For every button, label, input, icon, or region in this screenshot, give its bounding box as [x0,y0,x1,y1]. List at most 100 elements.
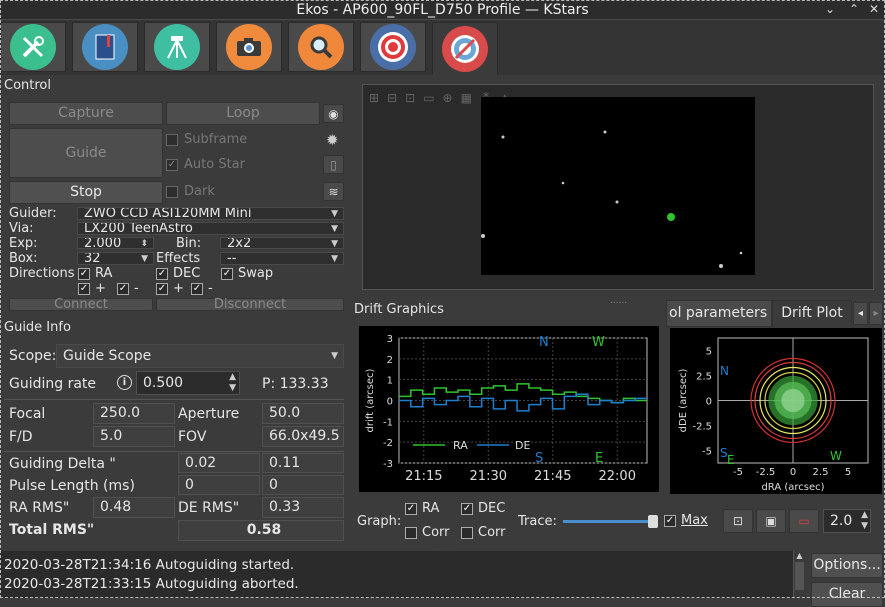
graph-dec-checkbox[interactable]: ✓ [461,503,473,515]
x-tick-label: 5 [845,467,851,478]
drift-graph[interactable]: 3 2 1 0 -1 -2 -3 21:15 21:30 21:45 22:00 drift (arc… [359,326,659,492]
trace-slider[interactable] [563,520,655,523]
trace-slider-handle[interactable] [648,515,658,528]
total-rms-value: 0.58 [178,520,344,541]
max-checkbox[interactable]: ✓ [664,515,676,527]
tab-drift-plot[interactable]: Drift Plot [772,300,852,327]
tab-focus[interactable] [360,22,426,72]
effects-select[interactable]: -- ▼ [220,252,344,265]
maximize-button[interactable]: ⌃ [847,2,861,16]
y-tick-label: -2.5 [692,422,712,433]
dec-checkbox[interactable]: ✓ [156,268,168,280]
x-tick-label: 2.5 [813,467,829,478]
options-button[interactable]: Options... [811,553,883,578]
tab-setup[interactable] [0,22,66,72]
y-tick-label: 3 [387,334,393,345]
graph-ra-checkbox[interactable]: ✓ [405,503,417,515]
tab-scroll-left-icon[interactable]: ◂ [853,302,868,325]
zoom-fit-icon[interactable]: ▭ [423,91,434,105]
de-rms-value: 0.33 [262,497,344,518]
y-tick-label: 0 [706,397,712,408]
save-icon[interactable]: ▣ [756,509,786,533]
y-tick-label: 2.5 [696,372,712,383]
close-button[interactable]: ✕ [867,2,881,16]
tab-scroll-right-icon[interactable]: ▸ [869,302,883,325]
camera-icon [226,24,272,70]
zoom-out-icon[interactable]: ⊟ [387,91,397,105]
clear-graph-icon[interactable]: ▭ [789,509,819,533]
auto-star-checkbox[interactable]: ✓ [166,159,178,171]
disconnect-button[interactable]: Disconnect [156,298,344,311]
ra-rms-label: RA RMS" [9,500,70,516]
box-label: Box: [9,251,38,266]
bin-select[interactable]: 2x2 ▼ [220,237,344,249]
ra-label: RA [95,266,113,281]
dark-library-icon[interactable]: ≋ [323,182,344,201]
guide-frame[interactable]: ⊞⊟⊡▭⊕▦⁂▲ [362,84,874,290]
y-tick-label: 2 [387,355,393,366]
tab-guide[interactable] [432,22,498,75]
via-label: Via: [9,221,34,236]
dark-checkbox[interactable] [166,186,178,198]
trash-icon[interactable]: ▯ [323,155,344,174]
fd-label: F/D [9,429,33,445]
loop-button[interactable]: Loop [166,102,320,125]
guiding-rate-spinbox[interactable]: 0.500 ▲ ▼ [136,371,240,395]
grid-icon[interactable]: ▦ [461,91,472,105]
tab-control-parameters[interactable]: ol parameters [666,300,772,327]
via-select[interactable]: LX200 TeenAstro ▼ [77,222,344,235]
x-tick-label: -2.5 [756,467,776,478]
tab-scheduler[interactable] [72,22,138,72]
north-label: N [539,335,549,350]
tab-capture[interactable] [216,22,282,72]
zoom-spinbox[interactable]: 2.0 ▲ ▼ [823,509,871,533]
ra-plus-checkbox[interactable]: ✓ [78,283,90,295]
guiding-rate-label: Guiding rate [9,376,97,392]
zoom-fit-button-icon[interactable]: ⊡ [723,509,753,533]
y-tick-label: 0 [387,397,393,408]
box-select[interactable]: 32 ▼ [77,252,154,265]
delta-de-value: 0.11 [262,453,344,473]
dec-plus-checkbox[interactable]: ✓ [156,283,168,295]
log-scrollbar[interactable]: ▲ [793,551,805,598]
dec-minus-checkbox[interactable]: ✓ [191,283,203,295]
clear-button[interactable]: Clear [811,582,883,607]
drift-graphics-title: Drift Graphics [354,302,444,317]
tab-mount[interactable] [144,22,210,72]
log-line: 2020-03-28T21:33:15 Autoguiding aborted. [4,576,299,592]
crosshair-icon[interactable]: ⊕ [443,91,453,105]
dec-corr-checkbox[interactable] [461,527,473,539]
exp-spinbox[interactable]: 2.000 ⬍ [77,237,154,249]
wrench-icon [10,24,56,70]
ra-corr-checkbox[interactable] [405,527,417,539]
splitter-handle[interactable]: ...... [610,296,627,306]
scope-label: Scope: [9,348,57,364]
x-tick-label: 21:15 [405,469,442,484]
guider-label: Guider: [9,206,57,221]
x-tick-label: 21:30 [470,469,507,484]
guider-select[interactable]: ZWO CCD ASI120MM Mini ▼ [77,207,344,220]
y-tick-label: 1 [387,376,393,387]
ra-checkbox[interactable]: ✓ [78,268,90,280]
tab-align[interactable] [288,22,354,72]
connect-button[interactable]: Connect [9,298,153,311]
scope-select[interactable]: Guide Scope ▼ [56,344,344,368]
eye-icon[interactable]: ◉ [323,104,344,123]
minimize-button[interactable]: ⌄ [823,2,837,16]
info-icon[interactable]: i [117,375,132,390]
capture-button[interactable]: Capture [9,102,163,125]
ra-minus-checkbox[interactable]: ✓ [117,283,129,295]
swap-checkbox[interactable]: ✓ [221,268,233,280]
guiding-delta-label: Guiding Delta " [9,456,116,472]
graph-dec-label: DEC [478,501,506,516]
zoom-default-icon[interactable]: ⊡ [405,91,415,105]
x-tick-label: 22:00 [599,469,636,484]
guide-button[interactable]: Guide [9,128,163,178]
zoom-in-icon[interactable]: ⊞ [369,91,379,105]
stop-button[interactable]: Stop [9,181,163,204]
drift-chart: 3 2 1 0 -1 -2 -3 21:15 21:30 21:45 22:00 drift (arc… [365,334,648,484]
subframe-checkbox[interactable] [166,134,178,146]
drift-plot[interactable]: -5 -2.5 0 2.5 5 5 2.5 0 -2.5 -5 N W S EdRA (arcsec) dD… [670,328,882,494]
x-tick-label: 21:45 [534,469,571,484]
guide-target-icon [442,26,488,72]
